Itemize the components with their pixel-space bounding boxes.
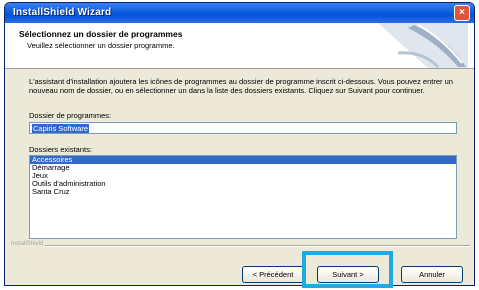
- program-folder-input[interactable]: Capiris Software: [29, 122, 457, 134]
- wizard-header: Sélectionnez un dossier de programmes Ve…: [5, 23, 474, 69]
- header-title: Sélectionnez un dossier de programmes: [19, 29, 183, 39]
- close-icon[interactable]: ×: [454, 5, 470, 21]
- installer-logo-icon: [378, 23, 468, 68]
- header-subtitle: Veuillez sélectionner un dossier program…: [27, 41, 175, 50]
- next-button-highlight: [302, 251, 393, 288]
- back-button[interactable]: < Précédent: [242, 266, 304, 283]
- program-folder-label: Dossier de programmes:: [29, 111, 112, 120]
- list-item[interactable]: Santa Cruz: [30, 188, 456, 196]
- list-item[interactable]: Démarrage: [30, 164, 456, 172]
- program-folder-value: Capiris Software: [32, 124, 90, 133]
- existing-folders-label: Dossiers existants:: [29, 145, 92, 154]
- cancel-button[interactable]: Annuler: [401, 266, 463, 283]
- list-item[interactable]: Accessoires: [30, 156, 456, 164]
- footer-divider: [45, 245, 470, 247]
- installshield-brand: InstallShield: [11, 241, 44, 247]
- window-title: InstallShield Wizard: [13, 7, 112, 18]
- title-bar[interactable]: InstallShield Wizard ×: [5, 3, 474, 23]
- existing-folders-list[interactable]: Accessoires Démarrage Jeux Outils d'admi…: [29, 155, 457, 239]
- list-item[interactable]: Outils d'administration: [30, 180, 456, 188]
- installer-window: InstallShield Wizard × Sélectionnez un d…: [4, 2, 475, 286]
- description-text: L'assistant d'installation ajoutera les …: [29, 77, 453, 95]
